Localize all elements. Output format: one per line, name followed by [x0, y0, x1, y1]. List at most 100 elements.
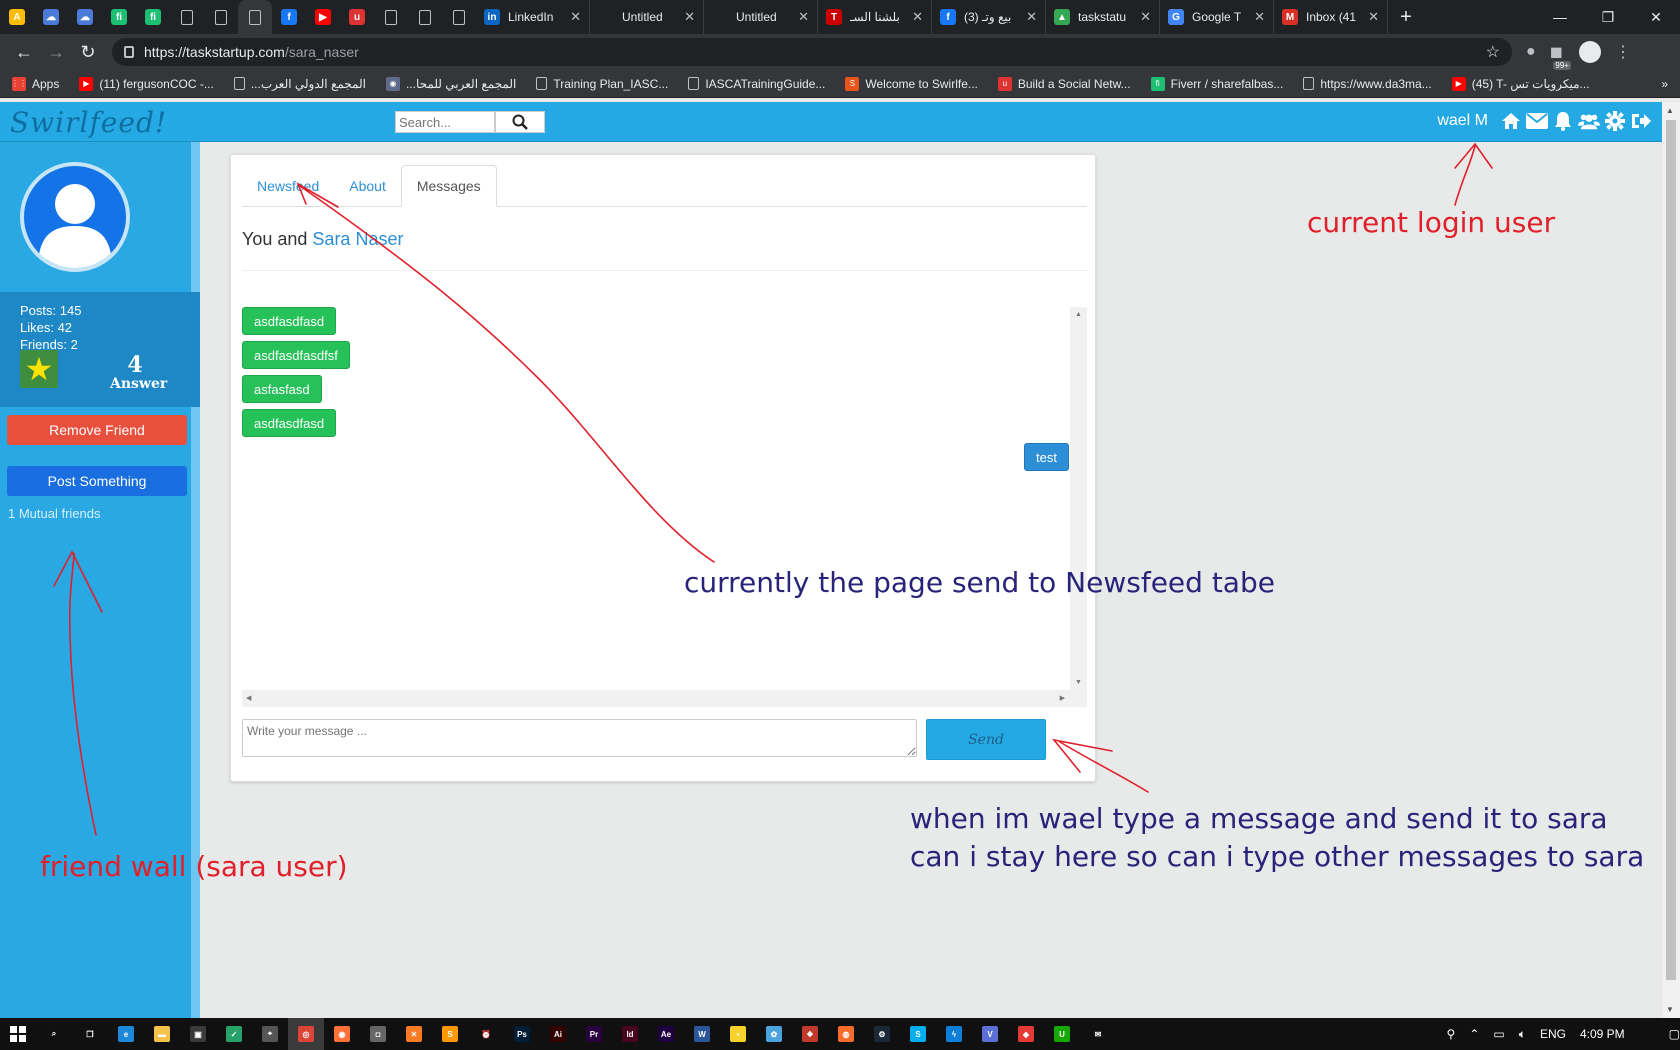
browser-tab[interactable] — [442, 0, 476, 34]
sublime-icon[interactable]: S — [432, 1018, 468, 1050]
browser-tab[interactable] — [408, 0, 442, 34]
language-indicator[interactable]: ENG — [1540, 1027, 1566, 1041]
chrome-icon[interactable]: ◎ — [288, 1018, 324, 1050]
browser-tab[interactable]: ▶ — [306, 0, 340, 34]
extension-icon[interactable]: ● — [1526, 43, 1536, 61]
send-button[interactable]: Send — [926, 719, 1046, 760]
browser-tab[interactable] — [238, 0, 272, 34]
browser-tab[interactable]: in LinkedIn ✕ — [476, 0, 590, 34]
bookmark-item[interactable]: S Welcome to Swirlfe... — [845, 76, 978, 91]
scroll-down-icon[interactable]: ▼ — [1075, 679, 1082, 686]
close-tab-icon[interactable]: ✕ — [912, 9, 923, 25]
shield-icon[interactable]: ✓ — [216, 1018, 252, 1050]
browser-tab[interactable]: G Google T ✕ — [1160, 0, 1274, 34]
bookmark-item[interactable]: fi Fiverr / sharefalbas... — [1150, 76, 1283, 91]
gear-icon[interactable] — [1604, 110, 1626, 132]
logged-in-username[interactable]: wael M — [1437, 112, 1488, 130]
post-something-button[interactable]: Post Something — [7, 466, 187, 496]
remove-friend-button[interactable]: Remove Friend — [7, 415, 187, 445]
scroll-down-icon[interactable]: ▼ — [1666, 1005, 1674, 1014]
sticky-notes-icon[interactable]: ▪ — [720, 1018, 756, 1050]
origin-icon[interactable]: ◍ — [828, 1018, 864, 1050]
premiere-icon[interactable]: Pr — [576, 1018, 612, 1050]
browser-tab[interactable]: M Inbox (41 ✕ — [1274, 0, 1388, 34]
browser-tab[interactable]: f (3) بيع وتـ ✕ — [932, 0, 1046, 34]
browser-tab[interactable]: Untitled ✕ — [704, 0, 818, 34]
scroll-right-icon[interactable]: ▶ — [1060, 694, 1065, 702]
browser-tab[interactable]: ▲ taskstatu ✕ — [1046, 0, 1160, 34]
site-logo[interactable]: Swirlfeed! — [10, 106, 167, 139]
restore-icon[interactable]: ❐ — [1584, 0, 1632, 34]
browser-tab[interactable] — [204, 0, 238, 34]
anydesk-icon[interactable]: ◆ — [1008, 1018, 1044, 1050]
bookmark-item[interactable]: ▶ (11) fergusonCOC -... — [79, 76, 214, 91]
xampp-icon[interactable]: ✕ — [396, 1018, 432, 1050]
browser-tab[interactable]: f — [272, 0, 306, 34]
menu-kebab-icon[interactable]: ⋮ — [1615, 42, 1631, 62]
close-tab-icon[interactable]: ✕ — [1368, 9, 1379, 25]
bookmark-item[interactable]: ...المجمع الدولي العرب — [233, 77, 366, 91]
scroll-up-icon[interactable]: ▲ — [1666, 106, 1674, 115]
bell-icon[interactable] — [1552, 110, 1574, 132]
close-tab-icon[interactable]: ✕ — [798, 9, 809, 25]
close-tab-icon[interactable]: ✕ — [1026, 9, 1037, 25]
camera-icon[interactable]: ◘ — [360, 1018, 396, 1050]
profile-avatar-image[interactable] — [20, 162, 130, 272]
scroll-left-icon[interactable]: ◀ — [246, 694, 251, 702]
tray-chevron-icon[interactable]: ⌃ — [1469, 1027, 1479, 1041]
forward-icon[interactable]: → — [40, 42, 72, 63]
close-tab-icon[interactable]: ✕ — [1254, 9, 1265, 25]
search-icon[interactable]: ⌕ — [36, 1018, 72, 1050]
edge-icon[interactable]: e — [108, 1018, 144, 1050]
page-scrollbar[interactable]: ▲ ▼ — [1662, 102, 1680, 1018]
users-icon[interactable] — [1578, 110, 1600, 132]
firefox-icon[interactable]: ◉ — [324, 1018, 360, 1050]
browser-tab[interactable]: A — [0, 0, 34, 34]
close-tab-icon[interactable]: ✕ — [570, 9, 581, 25]
bookmarks-overflow-icon[interactable]: » — [1661, 77, 1668, 91]
browser-tab[interactable]: fi — [136, 0, 170, 34]
word-icon[interactable]: W — [684, 1018, 720, 1050]
home-icon[interactable] — [1500, 110, 1522, 132]
close-window-icon[interactable]: ✕ — [1632, 0, 1680, 34]
bookmark-item[interactable]: https://www.da3ma... — [1303, 77, 1432, 91]
bookmark-star-icon[interactable]: ☆ — [1486, 42, 1500, 62]
task-view-icon[interactable]: ❒ — [72, 1018, 108, 1050]
after-effects-icon[interactable]: Ae — [648, 1018, 684, 1050]
mutual-friends-link[interactable]: 1 Mutual friends — [8, 506, 101, 521]
browser-tab[interactable]: Untitled ✕ — [590, 0, 704, 34]
alarm-icon[interactable]: ⏰ — [468, 1018, 504, 1050]
browser-tab[interactable]: fi — [102, 0, 136, 34]
message-vertical-scrollbar[interactable]: ▲ ▼ — [1070, 307, 1087, 690]
sign-out-icon[interactable] — [1630, 110, 1652, 132]
bookmark-item[interactable]: ⋮⋮ Apps — [11, 76, 59, 91]
browser-tab[interactable]: T بلشنا السـ ✕ — [818, 0, 932, 34]
close-tab-icon[interactable]: ✕ — [1140, 9, 1151, 25]
file-explorer-icon[interactable]: ▬ — [144, 1018, 180, 1050]
search-button[interactable] — [495, 111, 545, 133]
browser-tab[interactable]: u — [340, 0, 374, 34]
close-tab-icon[interactable]: ✕ — [684, 9, 695, 25]
people-icon[interactable]: ⚲ — [1447, 1027, 1456, 1041]
new-tab-button[interactable]: + — [1388, 0, 1424, 34]
envelope-icon[interactable] — [1526, 110, 1548, 132]
browser-tab[interactable]: ☁ — [68, 0, 102, 34]
skype-icon[interactable]: S — [900, 1018, 936, 1050]
browser-tab[interactable] — [170, 0, 204, 34]
scroll-up-icon[interactable]: ▲ — [1075, 311, 1082, 318]
notification-icon[interactable]: ▢ — [1669, 1027, 1680, 1041]
bookmark-item[interactable]: Training Plan_IASC... — [536, 77, 668, 91]
gear-app-icon[interactable]: ✿ — [756, 1018, 792, 1050]
extension-badge-icon[interactable]: ◼ 99+ — [1550, 42, 1571, 70]
address-bar[interactable]: https://taskstartup.com/sara_naser ☆ — [112, 38, 1512, 66]
maps-icon[interactable]: ⌖ — [252, 1018, 288, 1050]
clock[interactable]: 4:09 PM — [1580, 1027, 1625, 1041]
bookmark-item[interactable]: u Build a Social Netw... — [997, 76, 1131, 91]
conversation-friend-link[interactable]: Sara Naser — [312, 229, 403, 249]
reload-icon[interactable]: ↻ — [72, 42, 104, 63]
browser-tab[interactable] — [374, 0, 408, 34]
illustrator-icon[interactable]: Ai — [540, 1018, 576, 1050]
bookmark-item[interactable]: ◉ ...المجمع العربي للمحا — [385, 76, 516, 91]
indesign-icon[interactable]: Id — [612, 1018, 648, 1050]
scrollbar-thumb[interactable] — [1666, 120, 1676, 980]
